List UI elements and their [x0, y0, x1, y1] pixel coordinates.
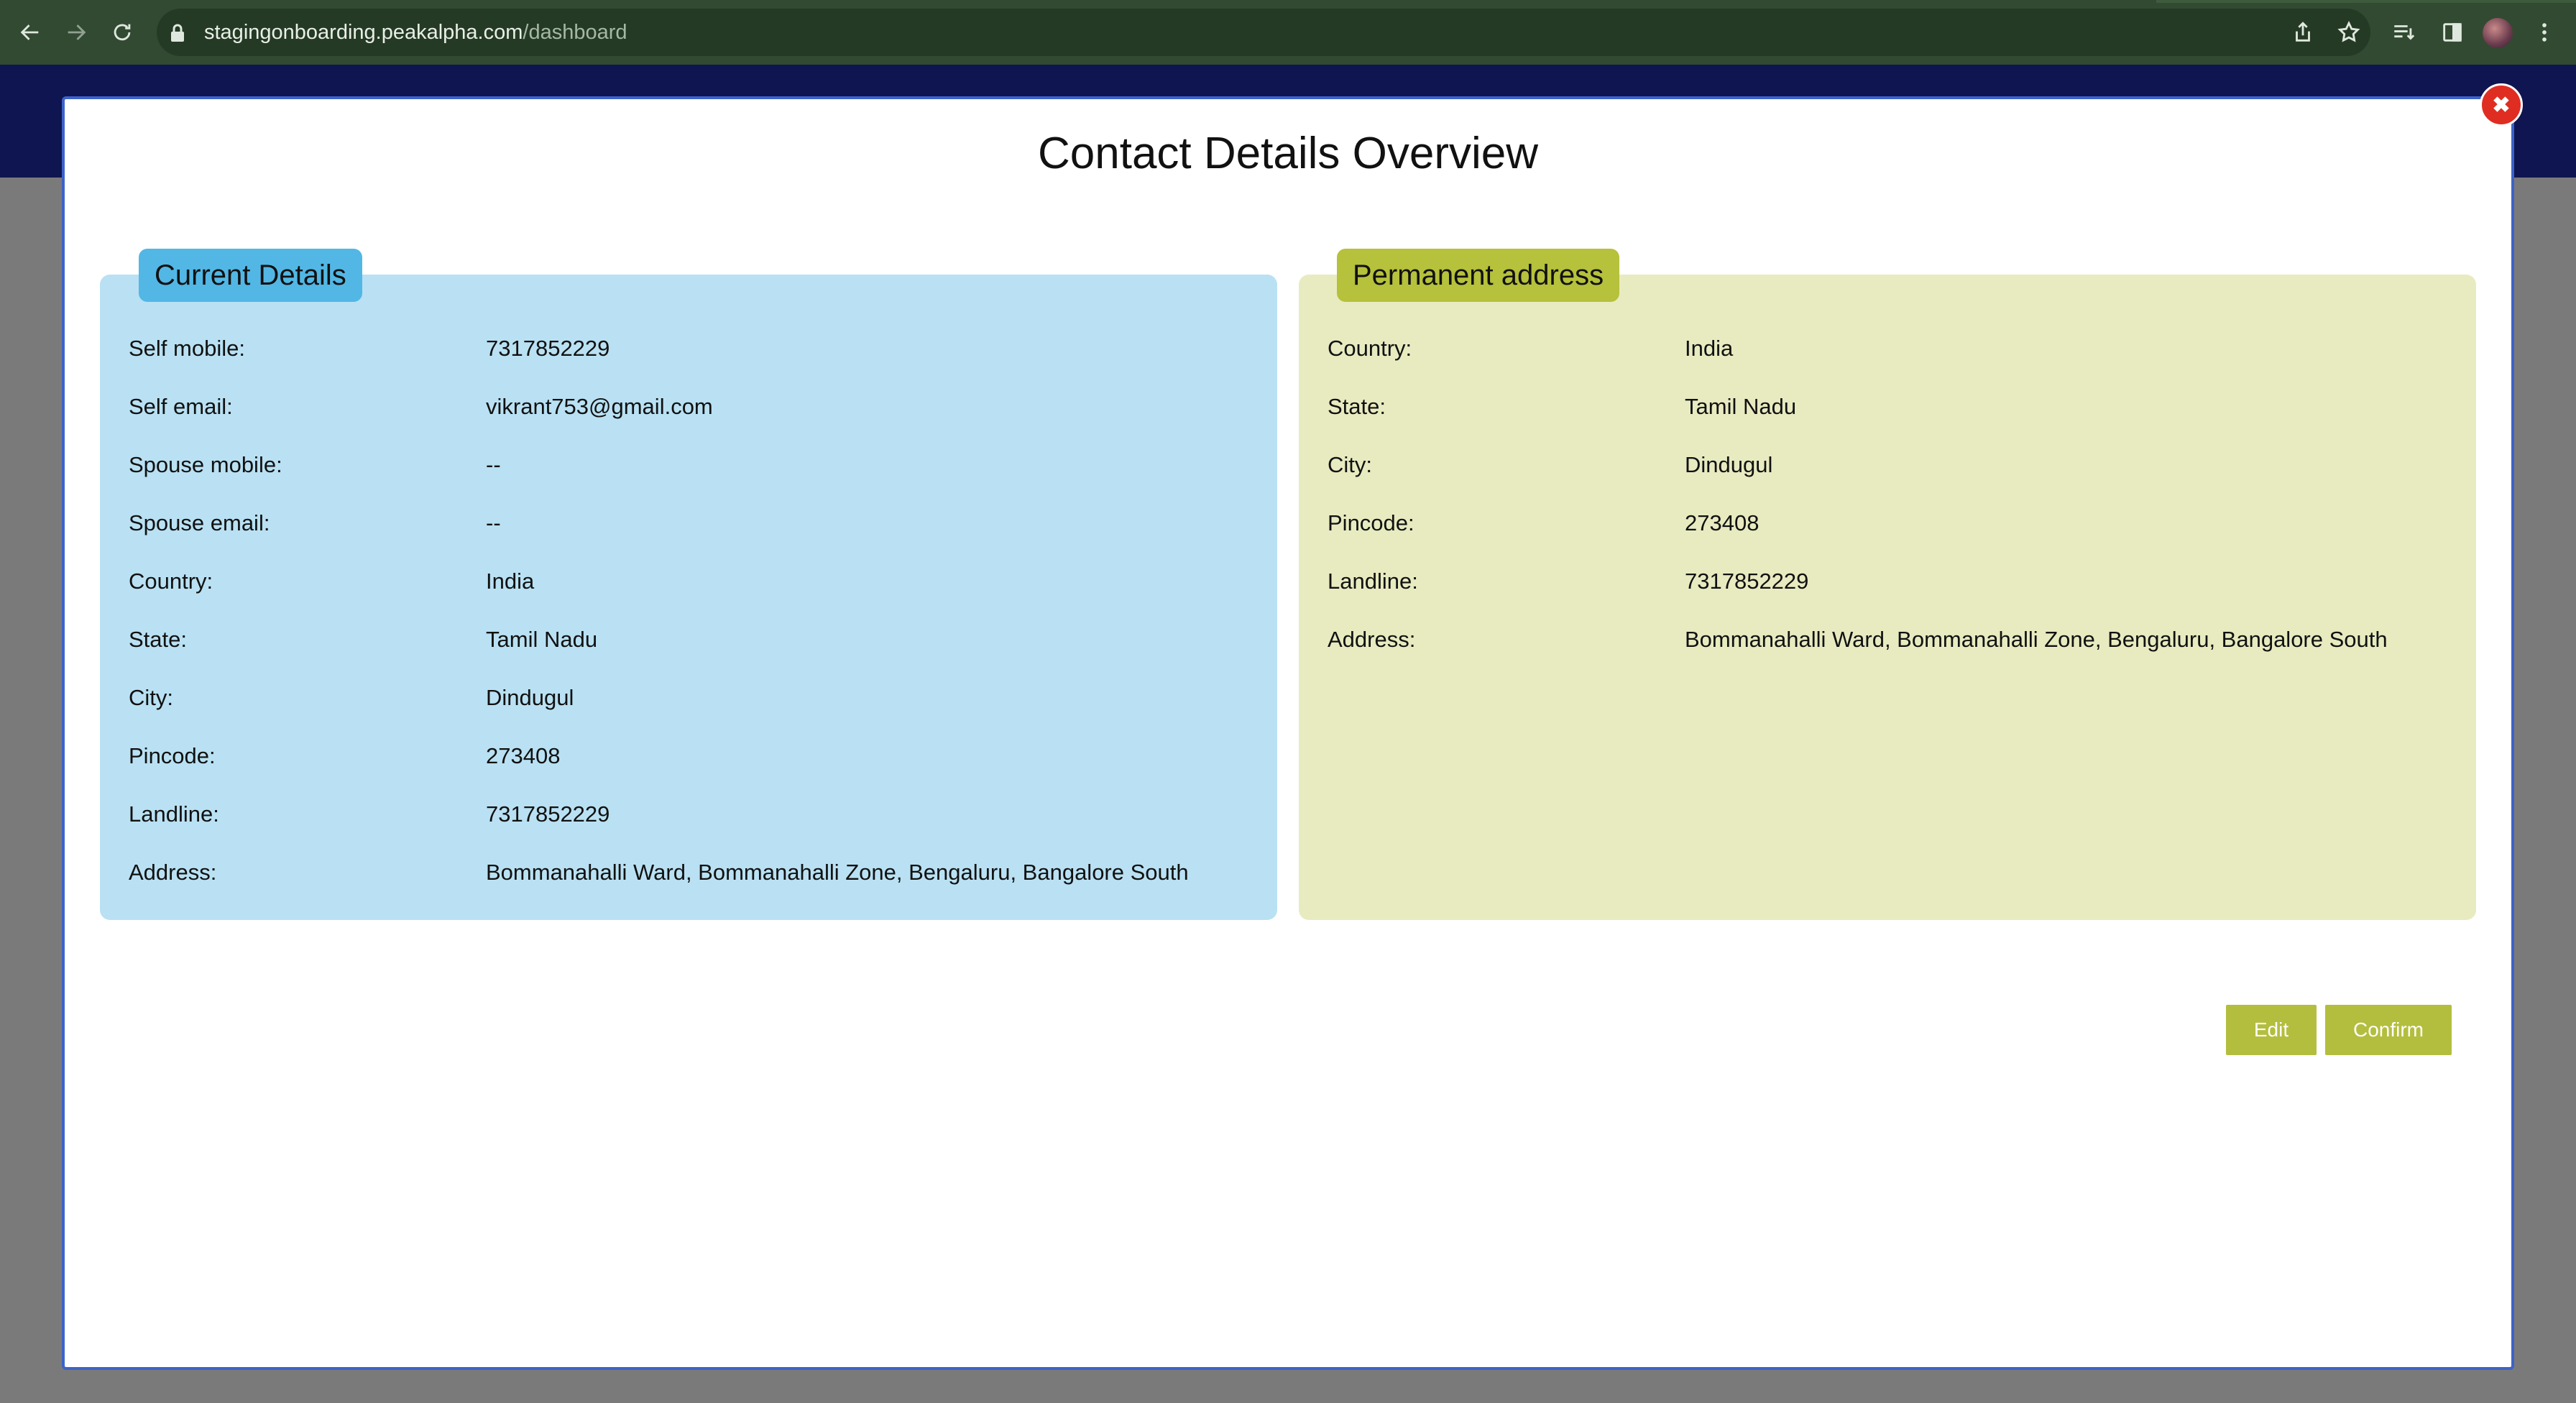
permanent-value-landline: 7317852229: [1685, 569, 1809, 594]
current-label-spouse-email: Spouse email:: [129, 510, 270, 535]
current-label-country: Country:: [129, 569, 213, 594]
permanent-label-pincode: Pincode:: [1328, 510, 1414, 535]
star-icon[interactable]: [2333, 17, 2365, 48]
current-value-state: Tamil Nadu: [486, 627, 598, 652]
current-value-city: Dindugul: [486, 685, 574, 710]
current-value-self-mobile: 7317852229: [486, 336, 610, 361]
current-label-self-mobile: Self mobile:: [129, 336, 245, 361]
permanent-label-state: State:: [1328, 394, 1386, 419]
menu-kebab-icon[interactable]: [2529, 17, 2560, 48]
url-path: /dashboard: [523, 21, 627, 44]
current-label-spouse-mobile: Spouse mobile:: [129, 452, 282, 477]
permanent-address-panel: [1299, 275, 2476, 920]
current-value-address: Bommanahalli Ward, Bommanahalli Zone, Be…: [486, 860, 1189, 885]
reading-list-icon[interactable]: [2388, 17, 2419, 48]
permanent-value-address: Bommanahalli Ward, Bommanahalli Zone, Be…: [1685, 627, 2388, 652]
current-label-self-email: Self email:: [129, 394, 233, 419]
modal-title: Contact Details Overview: [1037, 129, 1539, 178]
browser-toolbar: stagingonboarding.peakalpha.com/dashboar…: [0, 0, 2576, 65]
permanent-value-country: India: [1685, 336, 1734, 361]
permanent-value-state: Tamil Nadu: [1685, 394, 1797, 419]
permanent-address-heading: Permanent address: [1337, 249, 1620, 302]
edit-button[interactable]: Edit: [2226, 1005, 2317, 1055]
lock-icon: [171, 24, 184, 42]
close-modal-button[interactable]: ✖: [2480, 83, 2523, 126]
permanent-label-country: Country:: [1328, 336, 1412, 361]
back-icon[interactable]: [7, 9, 53, 55]
confirm-button[interactable]: Confirm: [2325, 1005, 2452, 1055]
current-value-spouse-mobile: --: [486, 452, 501, 477]
current-label-pincode: Pincode:: [129, 743, 216, 768]
current-label-landline: Landline:: [129, 801, 219, 827]
current-details-panel: [100, 275, 1277, 920]
url-domain: stagingonboarding.peakalpha.com: [204, 21, 523, 44]
current-value-landline: 7317852229: [486, 801, 610, 827]
permanent-label-city: City:: [1328, 452, 1372, 477]
reload-icon[interactable]: [99, 9, 145, 55]
current-label-address: Address:: [129, 860, 217, 885]
share-icon[interactable]: [2287, 17, 2319, 48]
permanent-value-city: Dindugul: [1685, 452, 1773, 477]
permanent-label-landline: Landline:: [1328, 569, 1418, 594]
current-value-self-email: vikrant753@gmail.com: [486, 394, 713, 419]
current-value-country: India: [486, 569, 535, 594]
permanent-value-pincode: 273408: [1685, 510, 1760, 535]
tab-strip-edge: [2156, 0, 2576, 3]
forward-icon[interactable]: [53, 9, 99, 55]
current-label-city: City:: [129, 685, 173, 710]
current-value-spouse-email: --: [486, 510, 501, 535]
url-text[interactable]: stagingonboarding.peakalpha.com/dashboar…: [204, 0, 627, 65]
current-label-state: State:: [129, 627, 187, 652]
current-value-pincode: 273408: [486, 743, 561, 768]
permanent-label-address: Address:: [1328, 627, 1416, 652]
side-panel-icon[interactable]: [2437, 17, 2468, 48]
profile-avatar[interactable]: [2483, 18, 2513, 48]
current-details-heading: Current Details: [139, 249, 362, 302]
